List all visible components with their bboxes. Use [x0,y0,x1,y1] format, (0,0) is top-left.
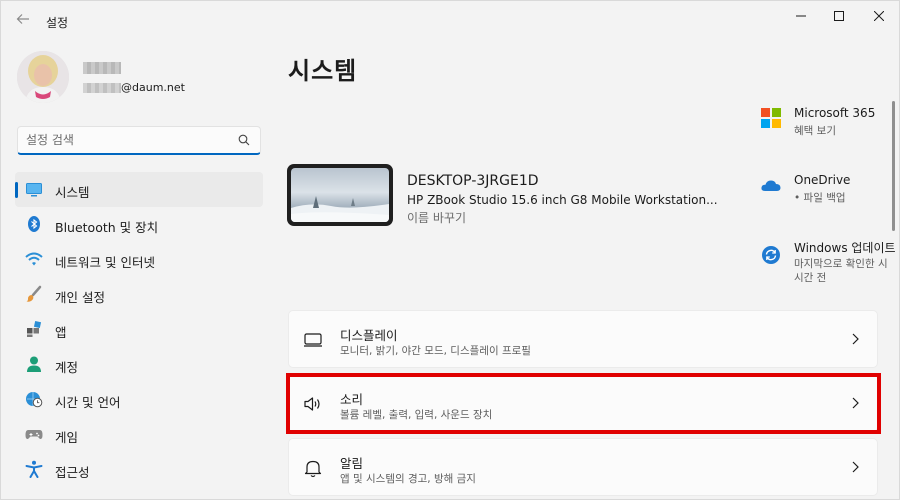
bluetooth-icon [28,216,40,232]
onedrive-subtitle: • 파일 백업 [794,192,846,204]
onedrive-icon [761,180,781,191]
rename-link[interactable]: 이름 바꾸기 [407,209,466,226]
maximize-icon [834,11,844,21]
notifications-title: 알림 [340,456,364,471]
back-button[interactable] [9,7,37,31]
email-domain: @daum.net [121,81,185,94]
sidebar-item-accessibility[interactable]: 접근성 [15,452,263,487]
microsoft-365-icon [761,108,781,128]
microsoft-365-card[interactable]: Microsoft 365 혜택 보기 [759,106,900,146]
sidebar-item-system[interactable]: 시스템 [15,172,263,207]
microsoft-365-subtitle: 혜택 보기 [794,125,836,137]
close-button[interactable] [859,5,899,27]
display-setting-row[interactable]: 디스플레이 모니터, 밝기, 야간 모드, 디스플레이 프로필 [288,310,878,368]
apps-icon [27,320,42,337]
brush-icon [26,285,42,302]
sidebar-item-label: 계정 [55,360,79,375]
device-thumbnail [287,164,393,226]
back-arrow-icon [16,14,29,24]
sidebar-nav: 시스템 Bluetooth 및 장치 네트워크 및 인터넷 개인 설정 앱 계정… [15,172,263,487]
sidebar-item-label: 시스템 [55,185,90,200]
search-icon [238,134,250,146]
onedrive-title: OneDrive [794,173,851,187]
accessibility-icon [25,460,43,478]
search-input[interactable] [26,131,226,149]
sidebar-item-time-language[interactable]: 시간 및 언어 [15,382,263,417]
sidebar-item-network[interactable]: 네트워크 및 인터넷 [15,242,263,277]
onedrive-card[interactable]: OneDrive • 파일 백업 [759,173,900,213]
profile-name-redacted [83,62,121,74]
sidebar-item-apps[interactable]: 앱 [15,312,263,347]
sidebar-item-label: 게임 [55,430,79,445]
scrollbar[interactable] [892,101,895,231]
sidebar-item-label: 네트워크 및 인터넷 [55,255,155,270]
notifications-setting-row[interactable]: 알림 앱 및 시스템의 경고, 방해 금지 [288,438,878,496]
search-box[interactable] [17,126,261,155]
monitor-icon [26,183,42,197]
wifi-icon [25,252,43,266]
page-title: 시스템 [288,57,358,85]
app-title: 설정 [46,16,69,30]
maximize-button[interactable] [819,5,859,27]
highlight-box [286,373,881,434]
windows-update-card[interactable]: Windows 업데이트 마지막으로 확인한 시 시간 전 [759,239,900,289]
device-name: DESKTOP-3JRGE1D [407,173,539,189]
close-icon [874,11,884,21]
minimize-button[interactable] [781,5,821,27]
sidebar-item-label: 앱 [55,325,67,340]
device-model: HP ZBook Studio 15.6 inch G8 Mobile Work… [407,193,718,207]
display-subtitle: 모니터, 밝기, 야간 모드, 디스플레이 프로필 [340,345,531,357]
minimize-icon [796,15,806,17]
windows-update-subtitle-2: 시간 전 [794,272,827,284]
sidebar-item-label: 시간 및 언어 [55,395,121,410]
notifications-subtitle: 앱 및 시스템의 경고, 방해 금지 [340,473,476,485]
display-title: 디스플레이 [340,328,398,343]
gamepad-icon [25,430,43,440]
sidebar-item-gaming[interactable]: 게임 [15,417,263,452]
sidebar-item-label: 개인 설정 [55,290,105,305]
globe-clock-icon [26,392,43,408]
display-icon [304,333,322,347]
sidebar-item-accounts[interactable]: 계정 [15,347,263,382]
title-bar: 설정 [1,1,900,35]
account-icon [27,356,41,372]
avatar [17,51,69,103]
bell-icon [304,460,322,478]
chevron-right-icon [852,461,859,473]
sidebar-item-bluetooth[interactable]: Bluetooth 및 장치 [15,207,263,242]
windows-update-title: Windows 업데이트 [794,241,896,255]
profile-email: @daum.net [83,81,185,94]
sidebar-item-label: 접근성 [55,465,90,480]
sidebar-item-label: Bluetooth 및 장치 [55,220,159,235]
windows-update-subtitle: 마지막으로 확인한 시 [794,258,888,270]
windows-update-icon [762,246,780,264]
microsoft-365-title: Microsoft 365 [794,106,876,120]
email-redacted [83,83,121,93]
chevron-right-icon [852,333,859,345]
sidebar-item-personalization[interactable]: 개인 설정 [15,277,263,312]
